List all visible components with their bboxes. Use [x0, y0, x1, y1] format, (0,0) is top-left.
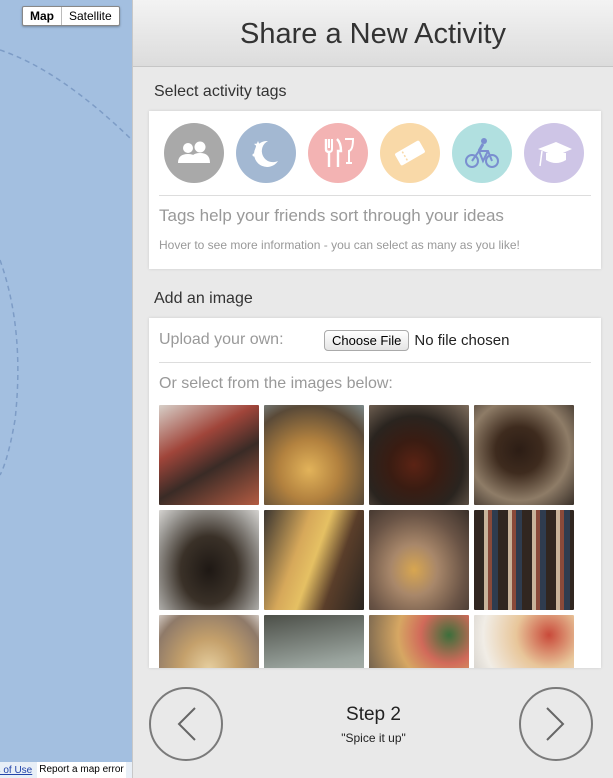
panel-header: Share a New Activity: [133, 0, 613, 67]
moon-stars-icon: [252, 140, 278, 167]
map-area[interactable]: Map Satellite ns of Use Report a map err…: [0, 0, 132, 778]
upload-label: Upload your own:: [159, 331, 284, 348]
select-image-label: Or select from the images below:: [159, 375, 393, 392]
image-thumbnail[interactable]: [474, 615, 574, 668]
tag-nightlife[interactable]: [236, 123, 296, 183]
tag-learning[interactable]: [524, 123, 584, 183]
cyclist-icon: [465, 138, 499, 168]
chevron-right-icon: [546, 707, 565, 741]
tags-subhint: Hover to see more information - you can …: [159, 238, 520, 252]
image-thumbnail[interactable]: [369, 615, 469, 668]
image-section-label: Add an image: [154, 290, 253, 307]
map-attribution: ns of Use Report a map error: [0, 762, 132, 778]
image-thumbnail[interactable]: [474, 510, 574, 610]
terms-of-use-link[interactable]: ns of Use: [0, 765, 37, 776]
map-type-toggle: Map Satellite: [22, 6, 120, 26]
tags-hint: Tags help your friends sort through your…: [159, 206, 504, 225]
image-thumbnail[interactable]: [159, 510, 259, 610]
image-thumbnail[interactable]: [369, 510, 469, 610]
tags-card: Tags help your friends sort through your…: [149, 111, 601, 269]
upload-row: Upload your own: Choose File No file cho…: [149, 318, 601, 351]
image-thumbnail[interactable]: [474, 405, 574, 505]
image-thumbnail[interactable]: [159, 615, 259, 668]
people-icon: [178, 141, 210, 163]
ticket-icon: [395, 140, 425, 166]
graduation-cap-icon: [538, 142, 572, 167]
tag-social[interactable]: [164, 123, 224, 183]
report-map-error-link[interactable]: Report a map error: [37, 762, 126, 778]
next-step-button[interactable]: [519, 687, 593, 761]
image-thumbnail[interactable]: [369, 405, 469, 505]
tag-events[interactable]: [380, 123, 440, 183]
tag-food-drink[interactable]: [308, 123, 368, 183]
tags-divider: [159, 195, 591, 196]
image-thumbnail[interactable]: [264, 405, 364, 505]
file-status: No file chosen: [414, 331, 510, 349]
map-view-button[interactable]: Map: [23, 7, 62, 25]
satellite-view-button[interactable]: Satellite: [62, 7, 119, 25]
image-thumbnail[interactable]: [159, 405, 259, 505]
tags-section-label: Select activity tags: [154, 83, 287, 100]
image-thumbnail[interactable]: [264, 510, 364, 610]
page-title: Share a New Activity: [240, 18, 506, 50]
tag-list: [149, 111, 601, 183]
choose-file-button[interactable]: Choose File: [324, 329, 410, 351]
image-card: Upload your own: Choose File No file cho…: [149, 318, 601, 668]
map-route-lines: [0, 49, 132, 476]
share-activity-panel: Share a New Activity Select activity tag…: [132, 0, 613, 778]
tag-outdoors[interactable]: [452, 123, 512, 183]
image-grid: [159, 405, 601, 668]
image-divider: [159, 362, 591, 363]
step-navigation: Step 2 "Spice it up": [133, 680, 613, 778]
image-thumbnail[interactable]: [264, 615, 364, 668]
fork-knife-glass-icon: [324, 138, 355, 167]
